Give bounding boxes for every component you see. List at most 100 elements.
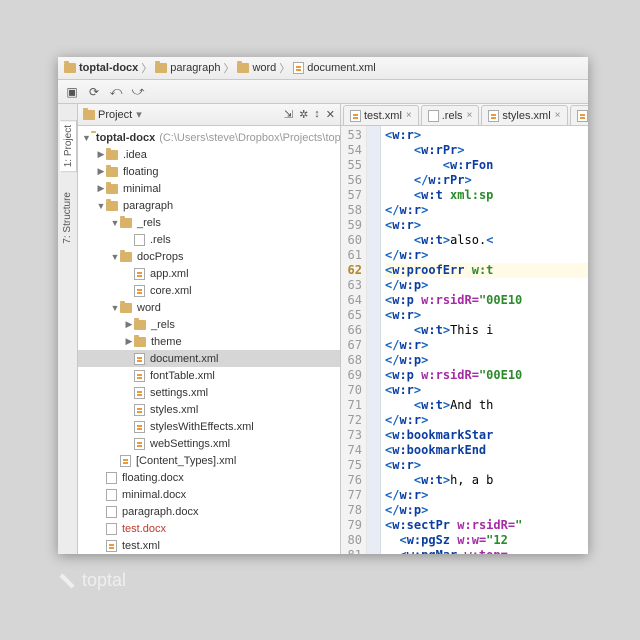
tree-node[interactable]: fontTable.xml [78, 367, 340, 384]
code-line[interactable]: <w:rPr> [385, 143, 588, 158]
tree-node[interactable]: ▶minimal [78, 180, 340, 197]
code-line[interactable]: </w:rPr> [385, 173, 588, 188]
tree-node[interactable]: .rels [78, 231, 340, 248]
tree-node[interactable]: test.docx [78, 520, 340, 537]
code-line[interactable]: </w:p> [385, 353, 588, 368]
tree-node[interactable]: webSettings.xml [78, 435, 340, 452]
code-line[interactable]: <w:r> [385, 218, 588, 233]
tree-node[interactable]: stylesWithEffects.xml [78, 418, 340, 435]
chevron-down-icon[interactable]: ▾ [136, 108, 142, 121]
tree-node[interactable]: app.xml [78, 265, 340, 282]
tree-label: floating.docx [122, 472, 184, 484]
code-line[interactable]: <w:r> [385, 383, 588, 398]
tree-label: toptal-docx [96, 132, 155, 144]
tab-project[interactable]: 1: Project [60, 120, 77, 172]
tree-node[interactable]: styles.xml [78, 401, 340, 418]
expand-arrow-icon[interactable]: ▶ [96, 166, 106, 177]
toolbar-button[interactable]: ⤻ [129, 83, 147, 101]
code-line[interactable]: <w:t>And th [385, 398, 588, 413]
toptal-logo-icon [58, 572, 76, 590]
code-line[interactable]: </w:r> [385, 338, 588, 353]
expand-arrow-icon[interactable]: ▶ [124, 336, 134, 347]
expand-arrow-icon[interactable]: ▼ [110, 303, 120, 313]
breadcrumb-item[interactable]: toptal-docx [64, 62, 138, 74]
code-line[interactable]: <w:sectPr w:rsidR=" [385, 518, 588, 533]
tree-label: settings.xml [150, 387, 208, 399]
close-icon[interactable]: × [467, 110, 473, 121]
xml-icon [293, 62, 304, 74]
hide-icon[interactable]: ✕ [326, 108, 335, 121]
breadcrumb-item[interactable]: word [237, 62, 276, 74]
project-tree[interactable]: ▼toptal-docx(C:\Users\steve\Dropbox\Proj… [78, 126, 340, 554]
folder-icon [106, 167, 118, 177]
close-icon[interactable]: × [406, 110, 412, 121]
tree-label: docProps [137, 251, 183, 263]
tree-node[interactable]: test.xml [78, 537, 340, 554]
tree-node[interactable]: ▼_rels [78, 214, 340, 231]
expand-arrow-icon[interactable]: ▼ [110, 252, 120, 262]
code-line[interactable]: <w:t>This i [385, 323, 588, 338]
code-line[interactable]: <w:pgSz w:w="12 [385, 533, 588, 548]
tree-node[interactable]: ▼paragraph [78, 197, 340, 214]
xml-icon [134, 353, 145, 365]
tree-node[interactable]: ▼ docProps [78, 248, 340, 265]
tree-node[interactable]: ▶_rels [78, 316, 340, 333]
code-line[interactable]: <w:pgMar w:top= [385, 548, 588, 554]
code-line[interactable]: </w:p> [385, 503, 588, 518]
editor-tab[interactable]: styles.xml× [481, 105, 567, 125]
watermark: toptal [58, 570, 126, 591]
autoscroll-icon[interactable]: ↕ [314, 108, 320, 121]
expand-arrow-icon[interactable]: ▶ [96, 183, 106, 194]
expand-arrow-icon[interactable]: ▼ [82, 133, 91, 143]
tree-node[interactable]: core.xml [78, 282, 340, 299]
tree-node[interactable]: settings.xml [78, 384, 340, 401]
code-line[interactable]: <w:p w:rsidR="00E10 [385, 368, 588, 383]
code[interactable]: <w:r> <w:rPr> <w:rFon </w:rPr> <w:t xml:… [381, 126, 588, 554]
gear-icon[interactable]: ✲ [299, 108, 308, 121]
tab-label: .rels [442, 110, 463, 122]
code-line[interactable]: <w:p w:rsidR="00E10 [385, 293, 588, 308]
editor-tab[interactable]: test.xml× [343, 105, 419, 125]
code-area[interactable]: 5354555657585960616263646566676869707172… [341, 126, 588, 554]
tree-node[interactable]: ▼toptal-docx(C:\Users\steve\Dropbox\Proj… [78, 129, 340, 146]
folder-icon [120, 252, 132, 262]
code-line[interactable]: <w:t xml:sp [385, 188, 588, 203]
editor-tab[interactable]: them [570, 105, 589, 125]
code-line[interactable]: <w:t>h, a b [385, 473, 588, 488]
tree-node[interactable]: ▶floating [78, 163, 340, 180]
expand-arrow-icon[interactable]: ▶ [96, 149, 106, 160]
code-line[interactable]: <w:t>also.< [385, 233, 588, 248]
tree-node[interactable]: paragraph.docx [78, 503, 340, 520]
code-line[interactable]: <w:r> [385, 308, 588, 323]
code-line[interactable]: </w:r> [385, 203, 588, 218]
expand-arrow-icon[interactable]: ▼ [96, 201, 106, 211]
code-line[interactable]: </w:r> [385, 248, 588, 263]
code-line[interactable]: </w:r> [385, 488, 588, 503]
collapse-all-icon[interactable]: ⇲ [284, 108, 293, 121]
tree-node[interactable]: document.xml [78, 350, 340, 367]
tree-node[interactable]: ▼word [78, 299, 340, 316]
code-line[interactable]: <w:bookmarkEnd [385, 443, 588, 458]
tree-node[interactable]: [Content_Types].xml [78, 452, 340, 469]
breadcrumb-item[interactable]: document.xml [293, 62, 375, 74]
toolbar-button[interactable]: ▣ [63, 83, 81, 101]
tree-node[interactable]: ▶.idea [78, 146, 340, 163]
code-line[interactable]: </w:r> [385, 413, 588, 428]
tree-node[interactable]: minimal.docx [78, 486, 340, 503]
code-line[interactable]: <w:rFon [385, 158, 588, 173]
close-icon[interactable]: × [555, 110, 561, 121]
breadcrumb-item[interactable]: paragraph [155, 62, 220, 74]
expand-arrow-icon[interactable]: ▼ [110, 218, 120, 228]
toolbar-button[interactable]: ⟳ [85, 83, 103, 101]
tab-structure[interactable]: 7: Structure [60, 188, 75, 248]
tree-node[interactable]: ▶theme [78, 333, 340, 350]
expand-arrow-icon[interactable]: ▶ [124, 319, 134, 330]
code-line[interactable]: <w:bookmarkStar [385, 428, 588, 443]
toolbar-button[interactable]: ⤺ [107, 83, 125, 101]
tree-node[interactable]: floating.docx [78, 469, 340, 486]
code-line[interactable]: <w:r> [385, 128, 588, 143]
editor-tab[interactable]: .rels × [421, 105, 480, 125]
code-line[interactable]: <w:r> [385, 458, 588, 473]
code-line[interactable]: <w:proofErr w:t [385, 263, 588, 278]
code-line[interactable]: </w:p> [385, 278, 588, 293]
